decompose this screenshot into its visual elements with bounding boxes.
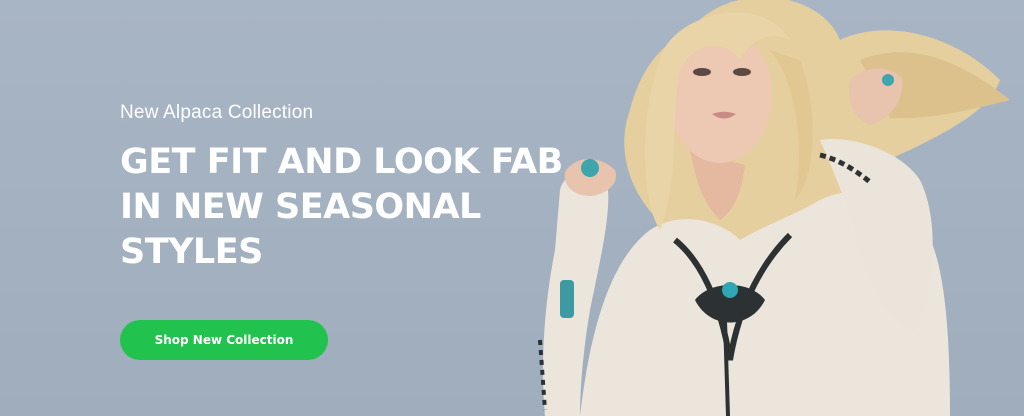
- shop-new-collection-button[interactable]: Shop New Collection: [120, 320, 328, 360]
- model-photo: [520, 0, 1024, 416]
- collection-kicker: New Alpaca Collection: [120, 102, 314, 123]
- model-illustration: [538, 0, 1010, 416]
- hero-banner: New Alpaca Collection GET FIT AND LOOK F…: [0, 0, 1024, 416]
- hero-headline: GET FIT AND LOOK FAB IN NEW SEASONAL STY…: [120, 142, 563, 272]
